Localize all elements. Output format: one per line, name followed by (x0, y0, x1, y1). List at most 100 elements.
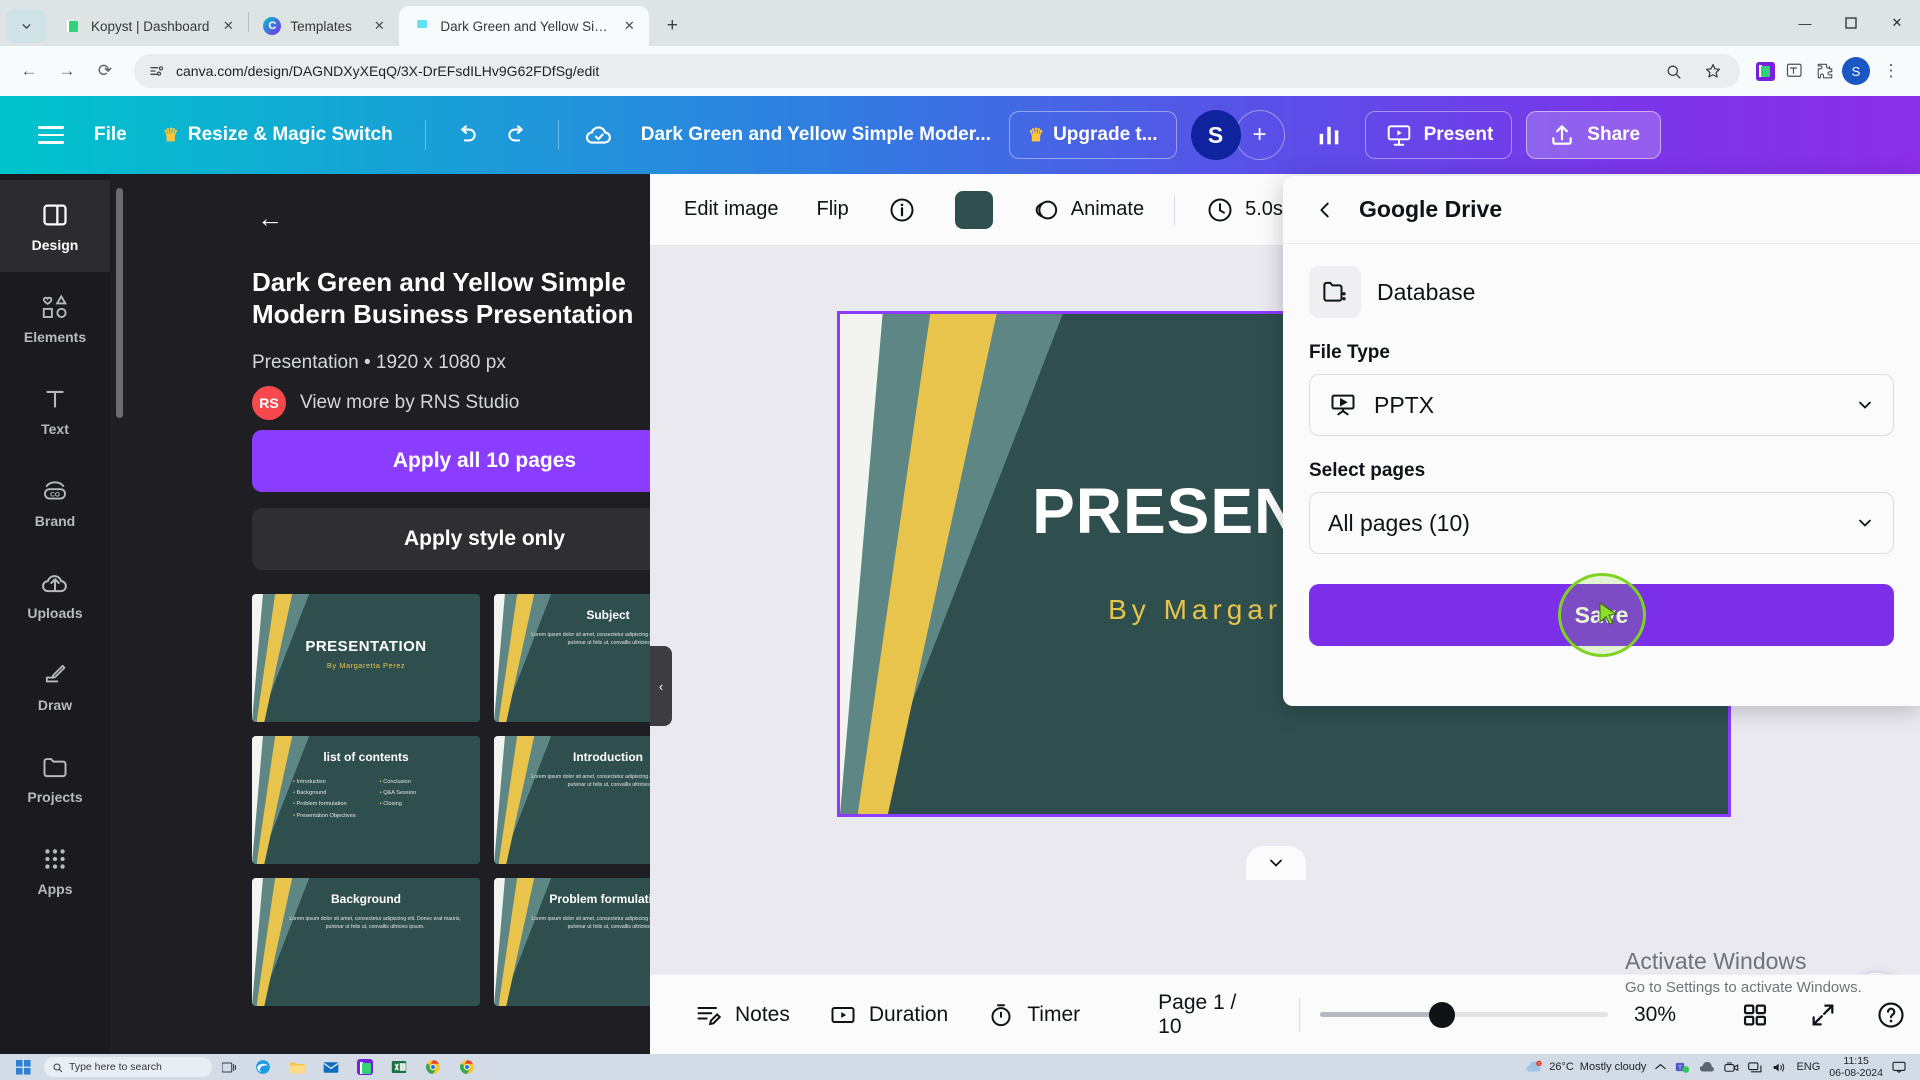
kopyst-taskbar-icon[interactable] (348, 1054, 382, 1080)
notes-toggle-button[interactable] (1246, 846, 1306, 880)
share-button[interactable]: Share (1526, 111, 1662, 159)
close-icon[interactable]: ✕ (218, 16, 238, 36)
main-menu-icon[interactable] (28, 112, 74, 158)
duration-bottom-button[interactable]: Duration (814, 990, 962, 1040)
chevron-down-icon[interactable] (1855, 513, 1875, 533)
template-thumbnail[interactable]: Introduction Lorem ipsum dolor sit amet,… (494, 736, 650, 864)
forward-icon[interactable]: → (50, 54, 84, 88)
chrome-active-icon[interactable] (450, 1054, 484, 1080)
tab-search-button[interactable] (6, 9, 46, 43)
file-explorer-icon[interactable] (280, 1054, 314, 1080)
present-button[interactable]: Present (1364, 111, 1513, 159)
share-upload-icon (1547, 120, 1577, 150)
template-thumbnail[interactable]: list of contents Introduction Background… (252, 736, 480, 864)
mail-icon[interactable] (314, 1054, 348, 1080)
slide-bullet: Conclusion (380, 777, 416, 788)
template-thumbnail[interactable]: Background Lorem ipsum dolor sit amet, c… (252, 878, 480, 1006)
file-type-select[interactable]: PPTX (1309, 374, 1894, 436)
cloud-saved-icon[interactable] (575, 112, 623, 158)
weather-widget[interactable]: 1 26°C Mostly cloudy (1525, 1060, 1646, 1075)
panel-back-button[interactable]: ← (250, 198, 290, 238)
document-title[interactable]: Dark Green and Yellow Simple Moder... (627, 124, 1005, 146)
browser-tab-1[interactable]: Kopyst | Dashboard ✕ (50, 6, 248, 46)
search-icon[interactable] (1660, 58, 1686, 84)
task-view-icon[interactable] (212, 1054, 246, 1080)
template-author[interactable]: RS View more by RNS Studio (252, 386, 519, 420)
sidebar-item-draw[interactable]: Draw (0, 640, 110, 732)
start-button-icon[interactable] (6, 1054, 40, 1080)
help-button[interactable] (1862, 990, 1920, 1040)
panel-scrollbar[interactable] (116, 188, 123, 418)
zoom-slider[interactable] (1319, 1001, 1608, 1028)
sidebar-item-elements[interactable]: Elements (0, 272, 110, 364)
panel-collapse-handle[interactable]: ‹ (650, 646, 672, 726)
chrome-icon[interactable] (416, 1054, 450, 1080)
sidebar-item-text[interactable]: Text (0, 364, 110, 456)
destination-folder-row[interactable]: Database (1309, 266, 1894, 318)
save-button[interactable]: Save (1309, 573, 1894, 657)
edit-image-button[interactable]: Edit image (668, 186, 795, 234)
bookmark-star-icon[interactable] (1700, 58, 1726, 84)
notes-button[interactable]: Notes (680, 990, 804, 1040)
close-icon[interactable]: ✕ (619, 16, 639, 36)
new-tab-button[interactable]: + (657, 11, 687, 41)
flip-button[interactable]: Flip (801, 186, 865, 234)
edge-icon[interactable] (246, 1054, 280, 1080)
resize-magic-switch-button[interactable]: ♛ Resize & Magic Switch (147, 112, 409, 158)
browser-menu-icon[interactable]: ⋮ (1874, 54, 1908, 88)
back-icon[interactable]: ← (12, 54, 46, 88)
profile-avatar[interactable]: S (1842, 57, 1870, 85)
kopyst-extension-icon[interactable] (1752, 58, 1778, 84)
translate-icon[interactable] (1782, 58, 1808, 84)
add-collaborator-button[interactable]: + (1234, 110, 1285, 160)
taskbar-search-box[interactable]: Type here to search (44, 1057, 212, 1077)
notifications-icon[interactable] (1892, 1061, 1906, 1073)
insights-chart-icon[interactable] (1305, 112, 1353, 158)
network-icon[interactable] (1748, 1061, 1763, 1074)
file-menu-button[interactable]: File (78, 112, 143, 158)
close-icon[interactable]: ✕ (369, 16, 389, 36)
export-panel-title: Google Drive (1359, 196, 1503, 222)
color-button[interactable] (939, 186, 1009, 234)
onedrive-icon[interactable] (1699, 1061, 1715, 1073)
apply-all-pages-button[interactable]: Apply all 10 pages (252, 430, 650, 492)
avatar[interactable]: S (1190, 110, 1241, 160)
volume-icon[interactable] (1772, 1061, 1787, 1074)
chevron-left-icon[interactable] (1305, 190, 1345, 230)
apply-style-only-button[interactable]: Apply style only (252, 508, 650, 570)
browser-tab-3[interactable]: Dark Green and Yellow Simple M ✕ (399, 6, 650, 46)
sidebar-item-projects[interactable]: Projects (0, 732, 110, 824)
minimize-icon[interactable]: — (1782, 0, 1828, 46)
sidebar-item-brand[interactable]: CO Brand (0, 456, 110, 548)
maximize-icon[interactable] (1828, 0, 1874, 46)
zoom-knob[interactable] (1429, 1001, 1456, 1028)
redo-button[interactable] (494, 112, 542, 158)
chevron-down-icon[interactable] (1855, 395, 1875, 415)
template-thumbnail[interactable]: Problem formulation Lorem ipsum dolor si… (494, 878, 650, 1006)
close-window-icon[interactable]: ✕ (1874, 0, 1920, 46)
clock-widget[interactable]: 11:15 06-08-2024 (1829, 1055, 1883, 1079)
language-indicator[interactable]: ENG (1796, 1061, 1820, 1073)
excel-icon[interactable] (382, 1054, 416, 1080)
sidebar-item-apps[interactable]: Apps (0, 824, 110, 916)
timer-button[interactable]: Timer (972, 990, 1094, 1040)
undo-button[interactable] (442, 112, 490, 158)
select-pages-select[interactable]: All pages (10) (1309, 492, 1894, 554)
upgrade-button[interactable]: ♛ Upgrade t... (1008, 111, 1177, 159)
site-settings-icon[interactable] (148, 62, 166, 80)
template-thumbnail[interactable]: PRESENTATION By Margaretta Perez (252, 594, 480, 722)
reload-icon[interactable]: ⟳ (88, 54, 122, 88)
grid-view-button[interactable] (1726, 990, 1784, 1040)
info-button[interactable] (871, 186, 933, 234)
animate-button[interactable]: Animate (1015, 186, 1160, 234)
browser-tab-2[interactable]: C Templates ✕ (249, 6, 399, 46)
tray-expand-icon[interactable] (1655, 1063, 1667, 1071)
template-thumbnail[interactable]: Subject Lorem ipsum dolor sit amet, cons… (494, 594, 650, 722)
sidebar-item-design[interactable]: Design (0, 180, 110, 272)
extensions-puzzle-icon[interactable] (1812, 58, 1838, 84)
sidebar-item-uploads[interactable]: Uploads (0, 548, 110, 640)
address-bar[interactable]: canva.com/design/DAGNDXyXEqQ/3X-DrEFsdIL… (134, 54, 1740, 88)
fullscreen-button[interactable] (1794, 990, 1852, 1040)
teams-icon[interactable]: T (1675, 1060, 1690, 1074)
meet-camera-icon[interactable] (1724, 1061, 1739, 1074)
